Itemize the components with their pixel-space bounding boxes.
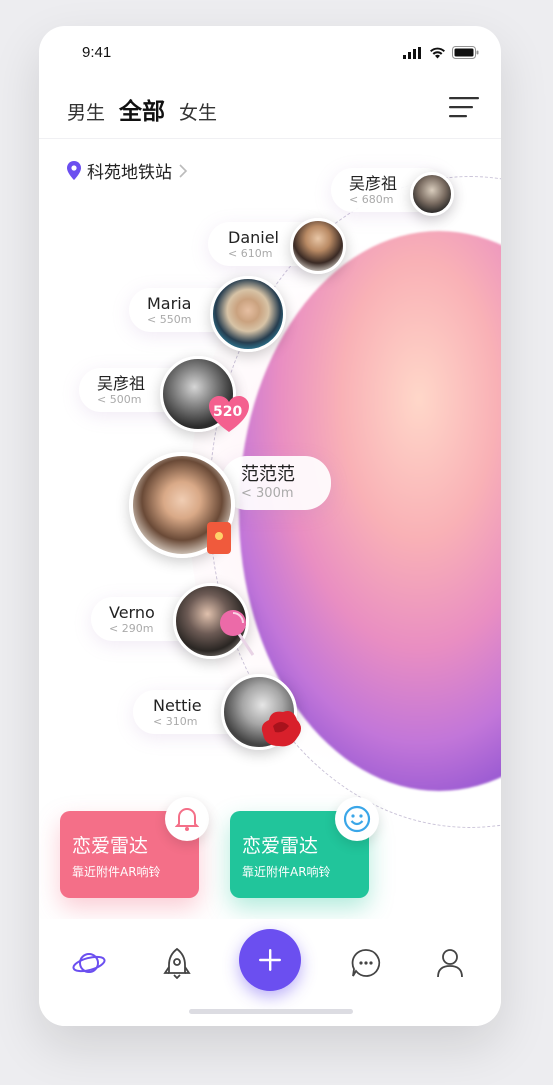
- bell-icon: [165, 797, 209, 841]
- profile-icon[interactable]: [430, 943, 470, 983]
- nearby-user[interactable]: Verno < 290m: [91, 583, 255, 659]
- feature-cards: 恋爱雷达 靠近附件AR响铃 恋爱雷达 靠近附件AR响铃: [60, 797, 480, 901]
- phone-frame: 9:41 男生 全部 女生 科苑地铁站 吴彦祖 < 680m Daniel < …: [39, 26, 501, 1026]
- card-subtitle: 靠近附件AR响铃: [242, 865, 331, 879]
- avatar[interactable]: [410, 172, 454, 216]
- tab-all[interactable]: 全部: [119, 92, 165, 126]
- user-name: 范范范: [241, 464, 295, 485]
- lollipop-badge: [217, 609, 257, 657]
- heart-badge-text: 520: [213, 404, 243, 420]
- user-distance: < 310m: [153, 715, 198, 728]
- user-name: Daniel: [228, 228, 279, 247]
- love-radar-card[interactable]: 恋爱雷达 靠近附件AR响铃: [230, 797, 379, 898]
- signal-icon: [403, 46, 421, 59]
- user-distance: < 500m: [97, 393, 142, 406]
- heart-badge: 520: [207, 394, 251, 434]
- nearby-user[interactable]: 吴彦祖 < 500m 520: [79, 356, 249, 432]
- home-indicator: [189, 1009, 353, 1014]
- nearby-user[interactable]: 吴彦祖 < 680m: [331, 168, 454, 216]
- rose-icon: [261, 711, 301, 747]
- card-subtitle: 靠近附件AR响铃: [72, 865, 161, 879]
- smile-icon: [335, 797, 379, 841]
- red-envelope-badge: [207, 522, 231, 554]
- planet-icon[interactable]: [69, 943, 109, 983]
- tab-female[interactable]: 女生: [179, 98, 217, 125]
- card-title: 恋爱雷达: [242, 835, 319, 857]
- gender-tabs: 男生 全部 女生: [67, 92, 217, 126]
- user-pill: 范范范 < 300m: [221, 456, 331, 510]
- nearby-user[interactable]: Maria < 550m: [129, 276, 286, 352]
- location-selector[interactable]: 科苑地铁站: [67, 158, 188, 183]
- nearby-user[interactable]: Nettie < 310m: [133, 674, 301, 750]
- avatar[interactable]: [290, 218, 346, 274]
- bottom-nav: [39, 919, 501, 1026]
- rocket-icon[interactable]: [157, 943, 197, 983]
- user-distance: < 550m: [147, 313, 192, 326]
- filter-menu-icon[interactable]: [449, 96, 479, 118]
- nearby-user-featured[interactable]: 范范范 < 300m: [129, 452, 331, 558]
- location-name: 科苑地铁站: [87, 163, 172, 183]
- user-name: Nettie: [153, 696, 202, 715]
- status-icons: [403, 46, 479, 59]
- header-divider: [39, 138, 501, 139]
- user-name: 吴彦祖: [349, 174, 398, 193]
- user-name: Verno: [109, 603, 155, 622]
- user-distance: < 610m: [228, 247, 273, 260]
- tab-male[interactable]: 男生: [67, 98, 105, 125]
- rose-badge: [257, 704, 305, 750]
- card-title: 恋爱雷达: [72, 835, 149, 857]
- location-pin-icon: [67, 161, 81, 180]
- chevron-right-icon: [179, 163, 188, 178]
- user-name: 吴彦祖: [97, 374, 146, 393]
- chat-icon[interactable]: [346, 943, 386, 983]
- avatar[interactable]: [210, 276, 286, 352]
- battery-icon: [452, 46, 479, 59]
- plus-icon: [259, 949, 281, 971]
- lollipop-icon: [220, 610, 255, 656]
- nearby-user[interactable]: Daniel < 610m: [208, 218, 346, 274]
- user-distance: < 300m: [241, 486, 294, 501]
- red-envelope-seal: [215, 532, 223, 540]
- status-time: 9:41: [82, 44, 112, 61]
- status-bar: 9:41: [39, 26, 501, 82]
- love-radar-card[interactable]: 恋爱雷达 靠近附件AR响铃: [60, 797, 209, 898]
- wifi-icon: [430, 47, 445, 58]
- user-distance: < 680m: [349, 193, 394, 206]
- add-button[interactable]: [239, 929, 301, 991]
- user-name: Maria: [147, 294, 192, 313]
- user-distance: < 290m: [109, 622, 154, 635]
